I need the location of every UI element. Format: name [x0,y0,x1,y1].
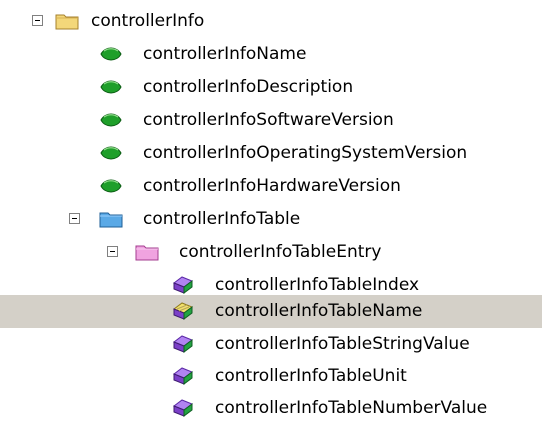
tree-node-controllerInfoSoftwareVersion[interactable]: controllerInfoSoftwareVersion [0,104,542,137]
tree-node-label: controllerInfoTableUnit [215,366,407,386]
tree-node-controllerInfoTableName[interactable]: controllerInfoTableName [0,295,542,328]
tree-node-controllerInfoTableUnit[interactable]: controllerInfoTableUnit [0,360,542,393]
green-leaf-icon [98,175,124,197]
tree-node-controllerInfoTableStringValue[interactable]: controllerInfoTableStringValue [0,328,542,361]
tree-node-label: controllerInfoTable [143,209,301,229]
green-leaf-icon [98,43,124,65]
tree-node-controllerInfoName[interactable]: controllerInfoName [0,38,542,71]
tree-node-label: controllerInfoName [143,44,307,64]
tree-node-controllerInfoTableNumberValue[interactable]: controllerInfoTableNumberValue [0,392,542,425]
tree-node-label: controllerInfoHardwareVersion [143,176,401,196]
tree-node-label: controllerInfoTableStringValue [215,334,470,354]
collapse-toggle-icon[interactable] [107,246,118,257]
tree-node-label: controllerInfoDescription [143,77,354,97]
collapse-toggle-icon[interactable] [69,213,80,224]
green-leaf-icon [98,109,124,131]
tree-node-label: controllerInfo [91,11,205,31]
tree-node-controllerInfoTableEntry[interactable]: controllerInfoTableEntry [0,236,542,269]
green-leaf-icon [98,76,124,98]
green-leaf-icon [98,142,124,164]
tree-node-label: controllerInfoTableName [215,301,423,321]
tree-node-label: controllerInfoTableIndex [215,275,420,295]
table-column-key-icon [170,300,196,322]
table-column-icon [170,397,196,419]
tree-node-controllerInfoTable[interactable]: controllerInfoTable [0,203,542,236]
tree-node-controllerInfoHardwareVersion[interactable]: controllerInfoHardwareVersion [0,170,542,203]
folder-yellow-icon [54,10,80,32]
tree-node-label: controllerInfoSoftwareVersion [143,110,394,130]
folder-pink-icon [134,241,160,263]
tree-node-label: controllerInfoTableEntry [179,242,382,262]
collapse-toggle-icon[interactable] [32,15,43,26]
tree-node-label: controllerInfoOperatingSystemVersion [143,143,468,163]
table-column-icon [170,274,196,296]
table-column-icon [170,365,196,387]
tree-node-controllerInfoOperatingSystemVersion[interactable]: controllerInfoOperatingSystemVersion [0,137,542,170]
folder-blue-icon [98,208,124,230]
tree-node-label: controllerInfoTableNumberValue [215,398,488,418]
tree-node-controllerInfoDescription[interactable]: controllerInfoDescription [0,71,542,104]
mib-tree: controllerInfo controllerInfoName contro… [0,0,542,419]
table-column-icon [170,333,196,355]
tree-node-controllerInfo[interactable]: controllerInfo [0,5,542,38]
